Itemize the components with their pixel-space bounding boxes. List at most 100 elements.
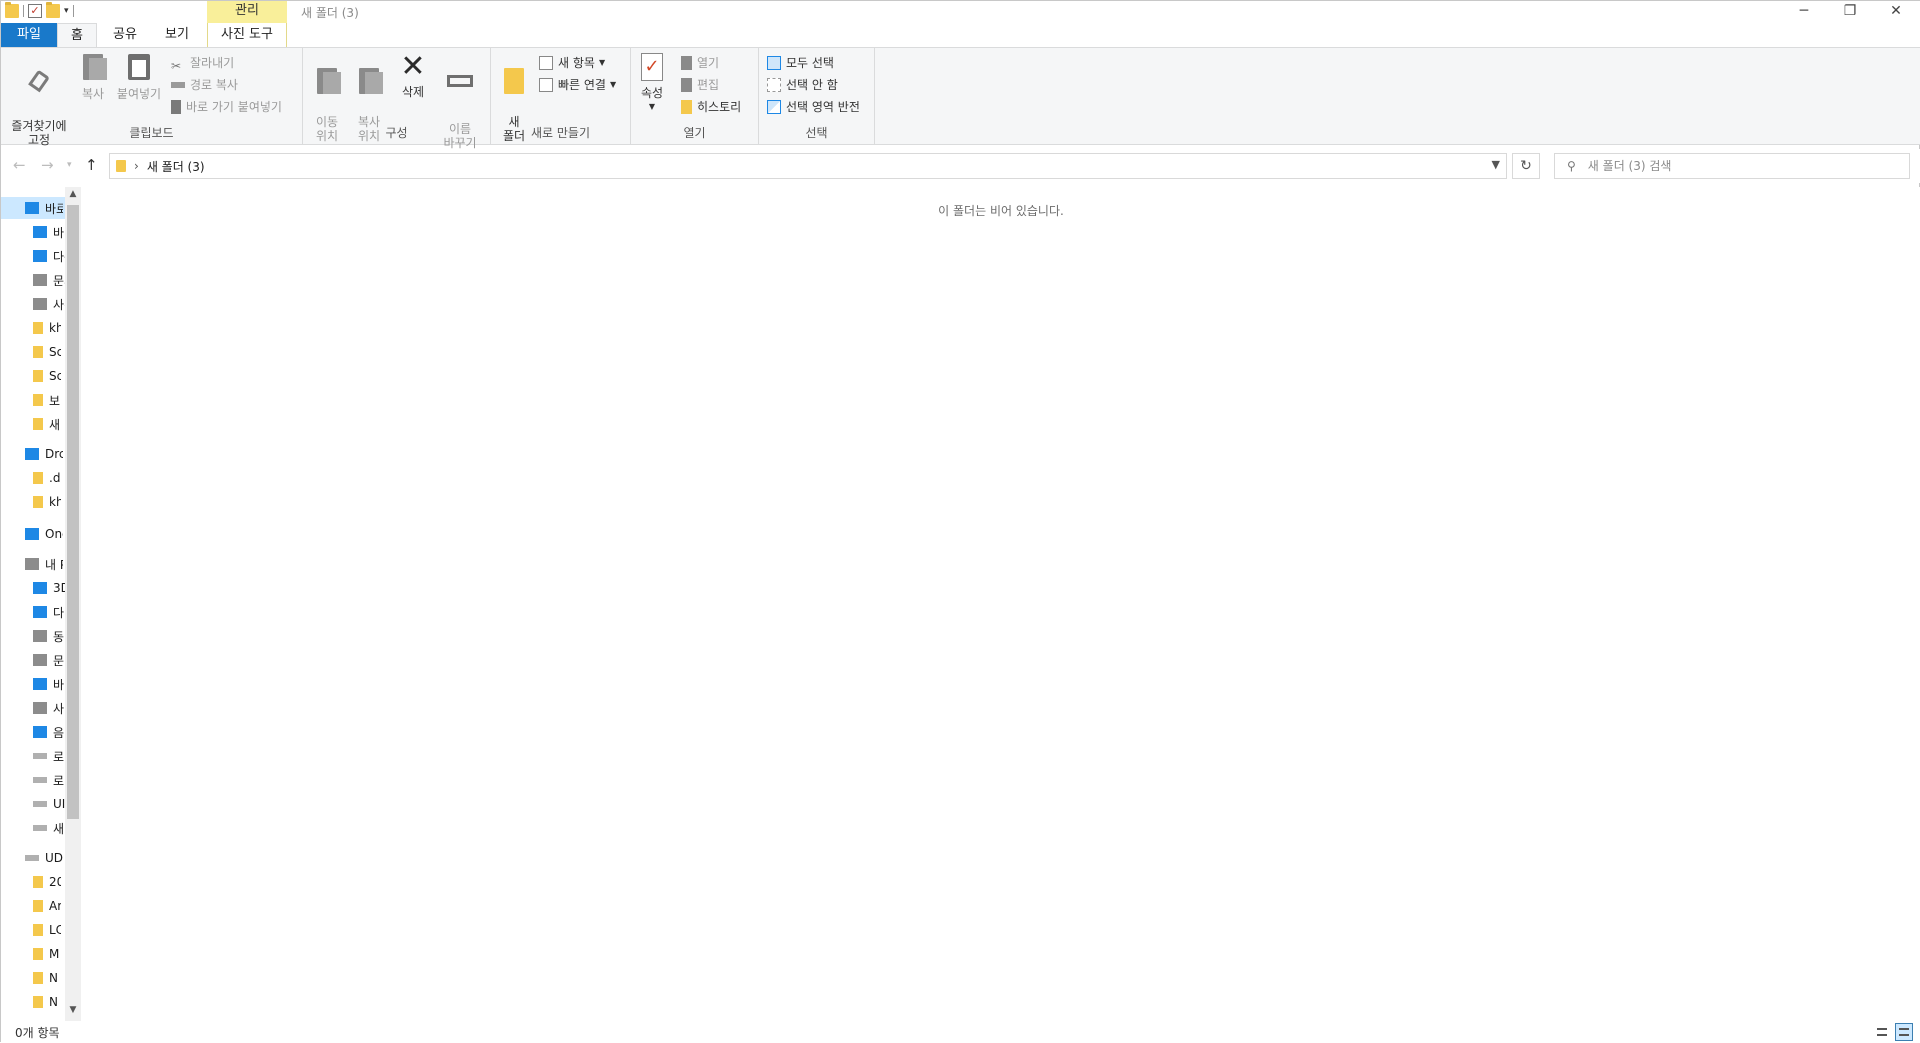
select-group-label: 선택 xyxy=(805,126,828,140)
sidebar-item[interactable]: 새 xyxy=(1,413,65,435)
breadcrumb-current-folder[interactable]: 새 폴더 (3) xyxy=(147,158,205,175)
sidebar-item-label: 바로 가기 xyxy=(45,201,63,216)
path-icon xyxy=(171,82,185,88)
customize-toolbar-chevron-icon[interactable]: ▾ xyxy=(64,6,69,16)
new-item-label: 새 항목 xyxy=(558,56,595,70)
sidebar-item[interactable]: kh xyxy=(1,317,65,339)
chevron-down-icon: ▼ xyxy=(648,102,656,111)
sidebar-item[interactable]: Drc xyxy=(1,443,65,465)
up-arrow-icon[interactable]: ↑ xyxy=(85,156,98,174)
address-bar[interactable]: › 새 폴더 (3) ▼ xyxy=(109,153,1507,179)
sidebar-item[interactable]: 보 xyxy=(1,389,65,411)
sidebar-item[interactable]: 바로 가기 xyxy=(1,197,65,219)
back-arrow-icon[interactable]: ← xyxy=(13,156,26,174)
drive-icon xyxy=(25,855,39,861)
search-input[interactable] xyxy=(1587,159,1888,173)
search-box[interactable]: ⚲ xyxy=(1554,153,1910,179)
address-history-chevron-icon[interactable]: ▼ xyxy=(1492,158,1500,171)
sidebar-item[interactable]: One xyxy=(1,523,65,545)
breadcrumb-chevron-icon[interactable]: › xyxy=(134,159,139,173)
close-button[interactable]: ✕ xyxy=(1873,1,1919,23)
sidebar-item[interactable]: M xyxy=(1,943,65,965)
sidebar-item[interactable]: 사 xyxy=(1,697,65,719)
drive-icon xyxy=(33,801,47,807)
tab-home[interactable]: 홈 xyxy=(57,23,97,47)
new-group: 새 폴더 새 항목 ▼ 빠른 연결 ▼ 새로 만들기 xyxy=(491,48,631,144)
move-to-icon xyxy=(312,68,342,98)
new-item-button[interactable]: 새 항목 ▼ xyxy=(539,53,605,73)
sidebar-item[interactable]: 사진 xyxy=(1,293,65,315)
copy-button[interactable]: 복사 xyxy=(75,52,111,101)
sidebar-item[interactable]: .d xyxy=(1,467,65,489)
history-button[interactable]: 히스토리 xyxy=(681,97,741,117)
folder-icon xyxy=(33,418,43,430)
cut-button[interactable]: ✂ 잘라내기 xyxy=(171,53,234,73)
sidebar-item[interactable]: 문서 xyxy=(1,269,65,291)
context-tab-manage[interactable]: 관리 xyxy=(207,1,287,23)
open-label: 열기 xyxy=(697,56,720,70)
sidebar-item[interactable]: LC xyxy=(1,919,65,941)
tab-share[interactable]: 공유 xyxy=(105,23,145,47)
sidebar-item[interactable]: kh xyxy=(1,491,65,513)
sidebar-item[interactable]: 음 xyxy=(1,721,65,743)
documents-icon xyxy=(33,274,47,286)
sidebar-item[interactable]: 바 xyxy=(1,673,65,695)
scroll-down-chevron-icon[interactable]: ▼ xyxy=(65,1005,81,1015)
scrollbar-thumb[interactable] xyxy=(67,205,79,819)
invert-selection-button[interactable]: 선택 영역 반전 xyxy=(767,97,860,117)
copy-icon xyxy=(78,54,108,84)
sidebar-item[interactable]: Sc xyxy=(1,341,65,363)
scroll-up-chevron-icon[interactable]: ▲ xyxy=(65,189,81,199)
tab-view[interactable]: 보기 xyxy=(157,23,197,47)
file-list-area[interactable]: 이 폴더는 비어 있습니다. xyxy=(81,187,1920,1021)
tab-picture-tools[interactable]: 사진 도구 xyxy=(207,23,287,47)
sidebar-item[interactable]: 20 xyxy=(1,871,65,893)
sidebar-item[interactable]: 로 xyxy=(1,745,65,767)
navigation-scrollbar[interactable]: ▲ ▼ xyxy=(65,187,81,1021)
sidebar-item[interactable]: 로 xyxy=(1,769,65,791)
sidebar-item[interactable]: 새 xyxy=(1,817,65,839)
sidebar-item[interactable]: 바탕 화면 xyxy=(1,221,65,243)
sidebar-item[interactable]: N xyxy=(1,991,65,1013)
sidebar-item[interactable]: 문 xyxy=(1,649,65,671)
refresh-button[interactable]: ↻ xyxy=(1512,153,1540,179)
easy-access-button[interactable]: 빠른 연결 ▼ xyxy=(539,75,616,95)
paste-button[interactable]: 붙여넣기 xyxy=(113,52,165,101)
sidebar-item-label: 동 xyxy=(53,629,65,644)
new-folder-icon[interactable] xyxy=(46,2,60,18)
paste-shortcut-button[interactable]: 바로 가기 붙여넣기 xyxy=(171,97,282,117)
sidebar-item[interactable]: UI xyxy=(1,793,65,815)
sidebar-item[interactable]: UD xyxy=(1,847,65,869)
restore-button[interactable]: ❐ xyxy=(1827,1,1873,23)
open-button[interactable]: 열기 xyxy=(681,53,719,73)
forward-arrow-icon[interactable]: → xyxy=(41,156,54,174)
sidebar-item[interactable]: Sc xyxy=(1,365,65,387)
properties-button[interactable]: ✓ 속성 ▼ xyxy=(637,52,667,114)
videos-icon xyxy=(33,630,47,642)
folder-icon xyxy=(33,948,43,960)
sidebar-item[interactable]: 동 xyxy=(1,625,65,647)
sidebar-item-label: 20 xyxy=(49,875,61,889)
sidebar-item[interactable]: N xyxy=(1,967,65,989)
sidebar-item-label: One xyxy=(45,527,63,541)
large-icons-view-button[interactable] xyxy=(1895,1023,1913,1041)
edit-button[interactable]: 편집 xyxy=(681,75,719,95)
select-all-button[interactable]: 모두 선택 xyxy=(767,53,834,73)
download-icon xyxy=(33,250,47,262)
recent-locations-chevron-icon[interactable]: ▾ xyxy=(67,160,72,170)
minimize-button[interactable]: ─ xyxy=(1781,1,1827,23)
properties-check-icon[interactable]: ✓ xyxy=(28,4,42,18)
drive-icon xyxy=(33,753,47,759)
delete-button[interactable]: ✕ 삭제 xyxy=(395,52,431,100)
sidebar-item-label: 로 xyxy=(53,773,65,788)
copy-path-button[interactable]: 경로 복사 xyxy=(171,75,238,95)
sidebar-item[interactable]: Ar xyxy=(1,895,65,917)
empty-folder-message: 이 폴더는 비어 있습니다. xyxy=(938,204,1064,218)
sidebar-item[interactable]: 3D xyxy=(1,577,65,599)
sidebar-item[interactable]: 다 xyxy=(1,601,65,623)
details-view-button[interactable] xyxy=(1873,1023,1891,1041)
select-none-button[interactable]: 선택 안 함 xyxy=(767,75,838,95)
sidebar-item[interactable]: 내 PC xyxy=(1,553,65,575)
sidebar-item[interactable]: 다운로드 xyxy=(1,245,65,267)
tab-file[interactable]: 파일 xyxy=(1,23,57,47)
